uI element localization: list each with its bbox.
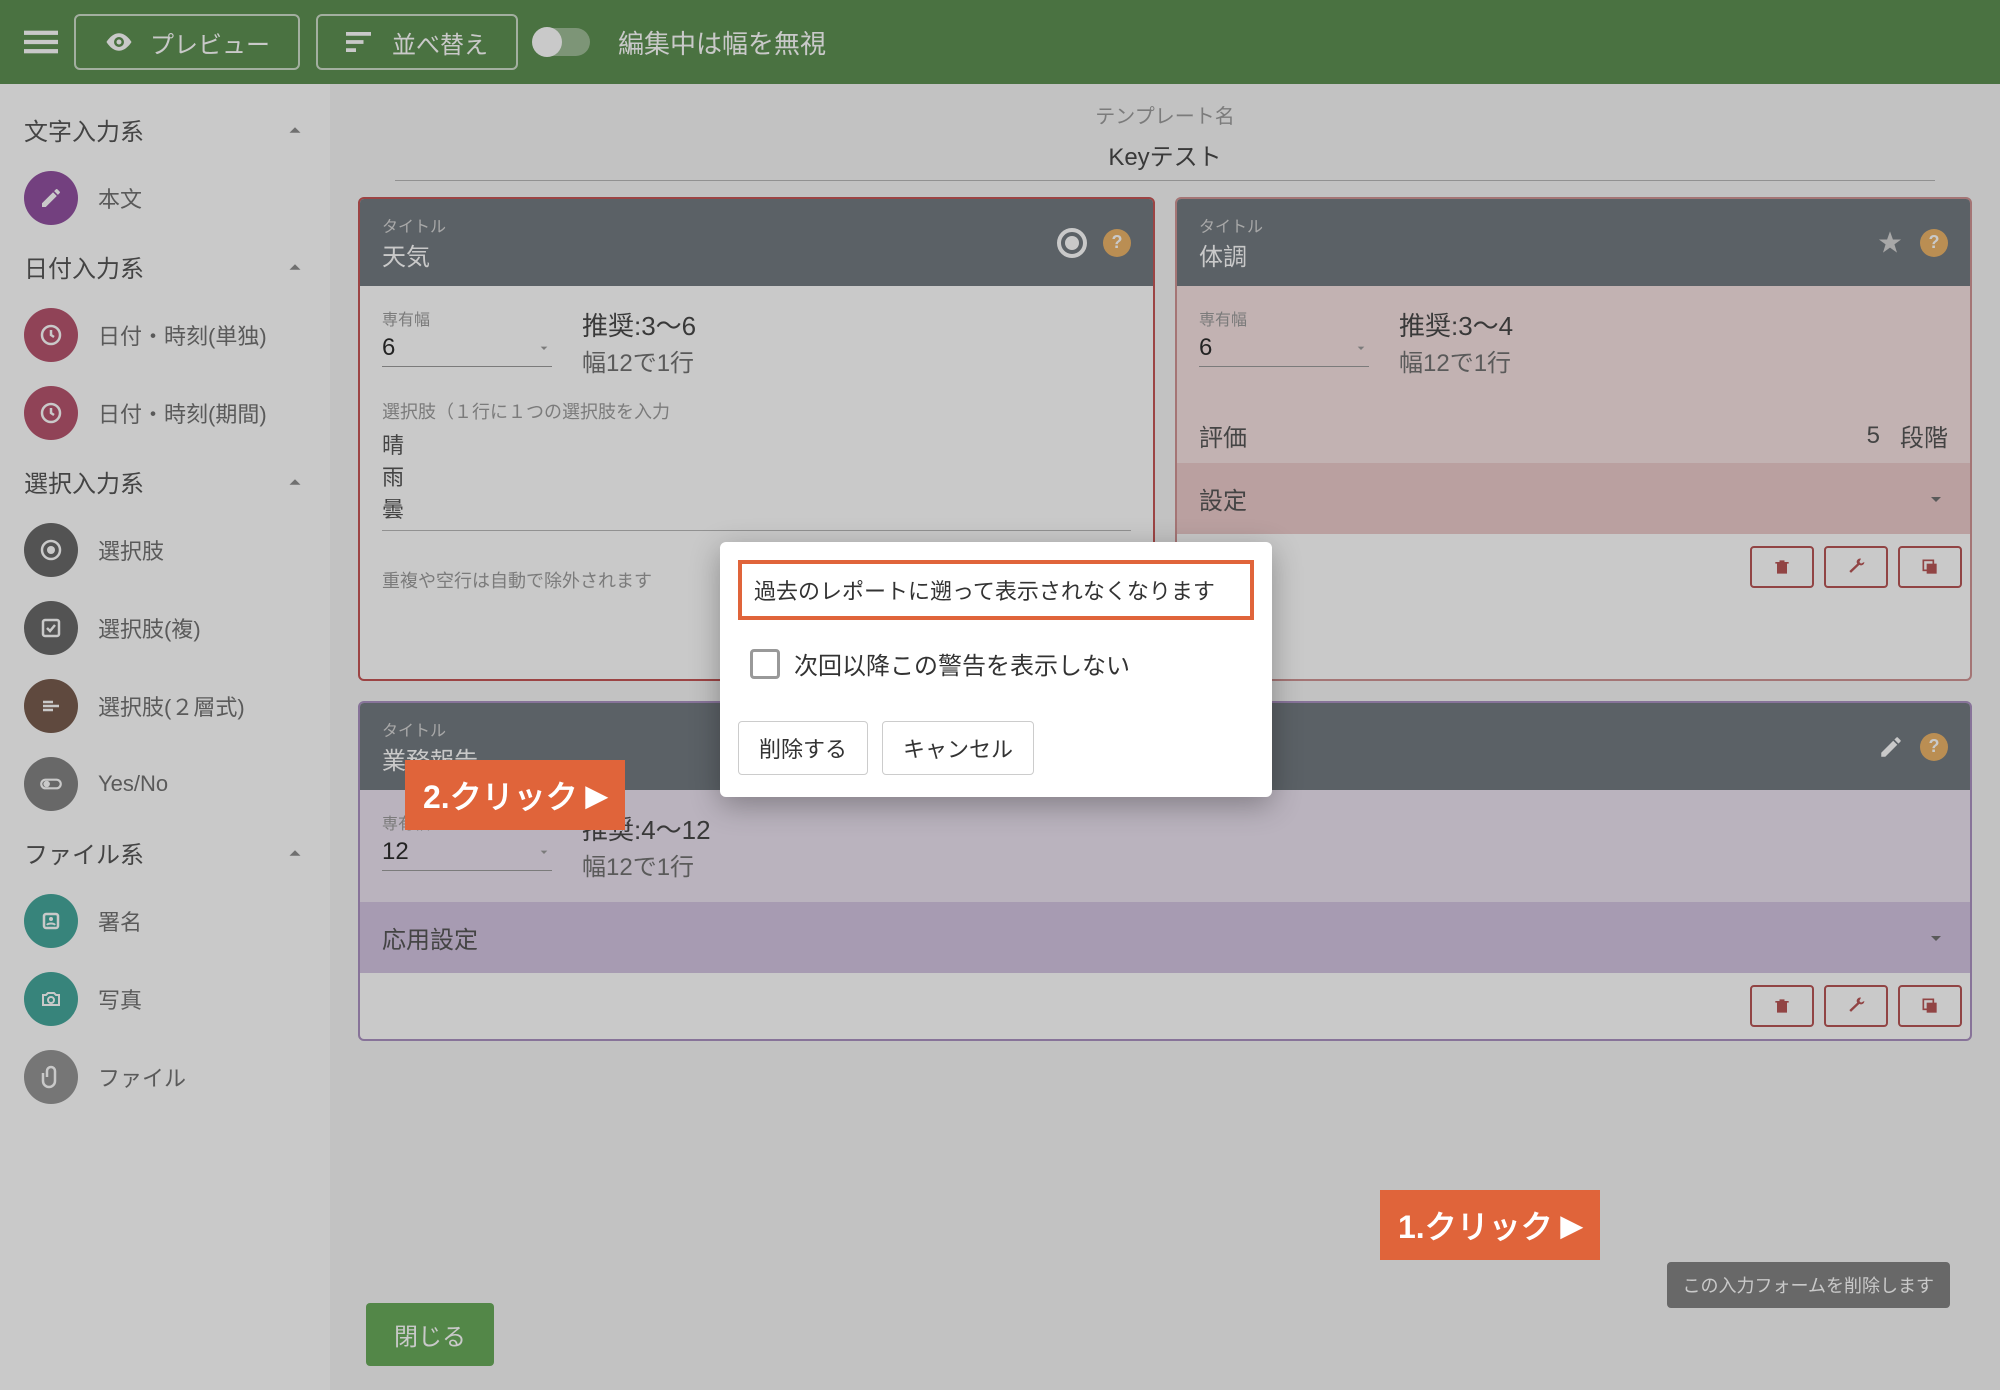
dialog-delete-button[interactable]: 削除する (738, 721, 868, 775)
dialog-checkbox-label: 次回以降この警告を表示しない (794, 646, 1130, 681)
dialog-cancel-button[interactable]: キャンセル (882, 721, 1034, 775)
callout-label: 2.クリック (423, 772, 578, 818)
callout-label: 1.クリック (1398, 1202, 1553, 1248)
dialog-warning: 過去のレポートに遡って表示されなくなります (738, 560, 1254, 620)
callout-2: 2.クリック▶ (405, 760, 625, 830)
dialog-checkbox-row[interactable]: 次回以降この警告を表示しない (750, 646, 1254, 681)
triangle-icon: ▶ (586, 779, 608, 812)
checkbox-icon[interactable] (750, 649, 780, 679)
callout-1: 1.クリック▶ (1380, 1190, 1600, 1260)
confirm-dialog: 過去のレポートに遡って表示されなくなります 次回以降この警告を表示しない 削除す… (720, 542, 1272, 797)
triangle-icon: ▶ (1561, 1209, 1583, 1242)
